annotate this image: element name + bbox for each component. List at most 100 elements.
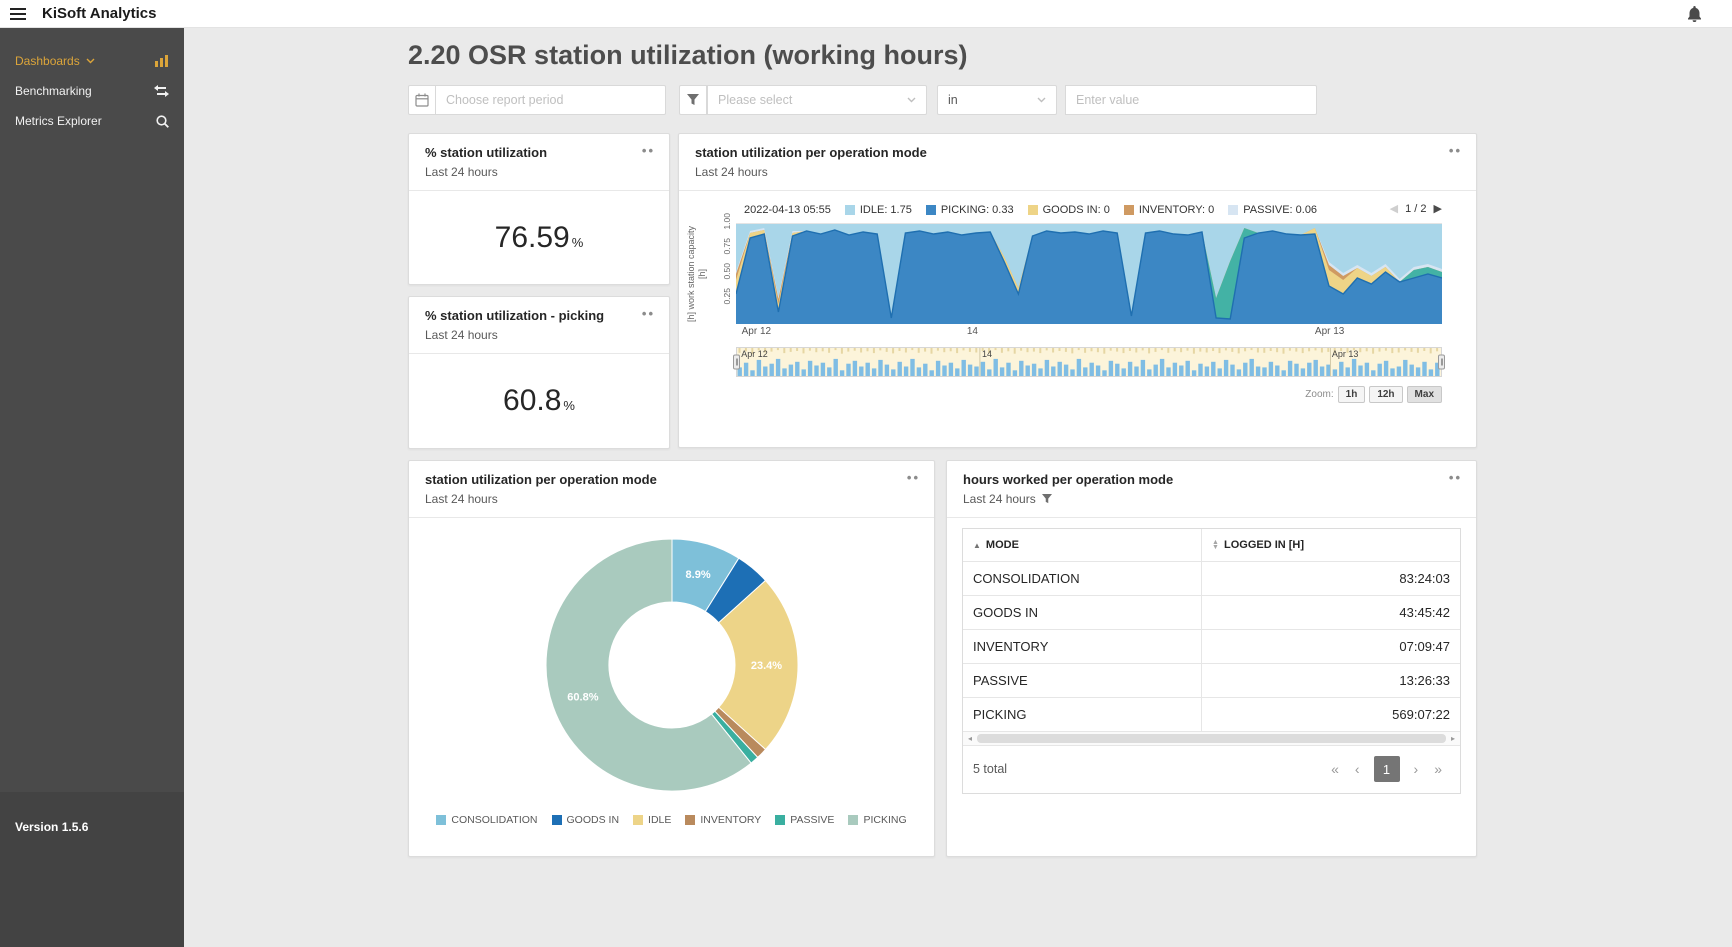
legend-label: IDLE xyxy=(648,814,671,826)
x-axis-labels: Apr 1214Apr 13 xyxy=(736,326,1442,340)
legend-chip xyxy=(775,815,785,825)
legend-chip xyxy=(848,815,858,825)
donut-legend-item-goods-in[interactable]: GOODS IN xyxy=(552,814,620,826)
prev-page-icon[interactable]: ‹ xyxy=(1347,761,1368,777)
navigator-tick: Apr 13 xyxy=(1332,349,1359,359)
operator-select-value: in xyxy=(948,93,958,107)
report-period-input[interactable] xyxy=(436,85,666,115)
value-input[interactable] xyxy=(1065,85,1317,115)
donut-legend-item-consolidation[interactable]: CONSOLIDATION xyxy=(436,814,537,826)
zoom-button-1h[interactable]: 1h xyxy=(1338,386,1366,403)
sidebar-footer: Version 1.5.6 xyxy=(0,792,184,947)
legend-label: GOODS IN xyxy=(567,814,620,826)
zoom-label: Zoom: xyxy=(1305,389,1333,400)
sidebar-item-label: Metrics Explorer xyxy=(15,114,102,128)
legend-item-picking[interactable]: PICKING: 0.33 xyxy=(926,204,1014,216)
hours-table: ▲MODE ▲▼ LOGGED IN [H] CONSOLIDATION83:24:… xyxy=(962,528,1461,794)
utilization-value: 76.59 xyxy=(495,221,570,255)
top-bar: KiSoft Analytics xyxy=(0,0,1732,28)
donut-chart[interactable]: 8.9%23.4%60.8% xyxy=(539,532,805,798)
metric-select[interactable]: Please select xyxy=(707,85,927,115)
donut-legend-item-passive[interactable]: PASSIVE xyxy=(775,814,834,826)
legend-chip xyxy=(552,815,562,825)
card-subtitle: Last 24 hours xyxy=(963,492,1036,506)
operator-select[interactable]: in xyxy=(937,85,1057,115)
kebab-menu-icon[interactable]: •• xyxy=(1449,144,1462,157)
legend-item-goods-in[interactable]: GOODS IN: 0 xyxy=(1028,204,1110,216)
sidebar-nav: DashboardsBenchmarking Metrics Explorer xyxy=(0,28,184,136)
mode-cell: PICKING xyxy=(963,698,1202,732)
last-page-icon[interactable]: » xyxy=(1426,761,1450,777)
donut-legend: CONSOLIDATION GOODS IN IDLE INVENTORY PASSIV… xyxy=(429,814,913,826)
scrollbar-thumb[interactable] xyxy=(977,734,1446,743)
kebab-menu-icon[interactable]: •• xyxy=(907,471,920,484)
navigator-right-handle[interactable] xyxy=(1438,355,1445,370)
table-row: GOODS IN43:45:42 xyxy=(963,596,1460,630)
sidebar-item-benchmarking[interactable]: Benchmarking xyxy=(0,76,184,106)
kebab-menu-icon[interactable]: •• xyxy=(1449,471,1462,484)
card-title: % station utilization - picking xyxy=(425,308,653,323)
y-axis-label: [h] work station capacity [h] xyxy=(686,224,710,324)
pagination: « ‹ 1 › » xyxy=(1323,756,1450,782)
column-header-mode[interactable]: ▲MODE xyxy=(963,529,1202,562)
sidebar-item-metrics-explorer[interactable]: Metrics Explorer xyxy=(0,106,184,136)
legend-label: PICKING: 0.33 xyxy=(941,204,1014,216)
navigator-left-handle[interactable] xyxy=(733,355,740,370)
legend-chip xyxy=(926,205,936,215)
legend-page-indicator: 1 / 2 xyxy=(1405,203,1426,215)
logged-in-cell: 569:07:22 xyxy=(1202,698,1460,732)
funnel-icon[interactable] xyxy=(1042,494,1052,504)
page-1-button[interactable]: 1 xyxy=(1374,756,1400,782)
app-title: KiSoft Analytics xyxy=(42,5,156,22)
scroll-left-icon[interactable]: ◂ xyxy=(963,732,977,746)
navigator-tick: Apr 12 xyxy=(741,349,768,359)
donut-legend-item-picking[interactable]: PICKING xyxy=(848,814,906,826)
mode-cell: CONSOLIDATION xyxy=(963,562,1202,596)
donut-legend-item-inventory[interactable]: INVENTORY xyxy=(685,814,761,826)
legend-item-idle[interactable]: IDLE: 1.75 xyxy=(845,204,912,216)
bar-chart-icon xyxy=(155,55,169,67)
stacked-area-chart[interactable]: [h] work station capacity [h] 0.250.500.… xyxy=(736,223,1442,323)
kebab-menu-icon[interactable]: •• xyxy=(642,144,655,157)
column-header-logged-in-h-[interactable]: ▲▼ LOGGED IN [H] xyxy=(1202,529,1460,562)
main-area: 2.20 OSR station utilization (working ho… xyxy=(184,28,1732,947)
funnel-icon[interactable] xyxy=(679,85,707,115)
donut-slice-label: 60.8% xyxy=(567,692,598,704)
horizontal-scrollbar[interactable]: ◂ ▸ xyxy=(963,732,1460,746)
calendar-icon[interactable] xyxy=(408,85,436,115)
card-title: % station utilization xyxy=(425,145,653,160)
sidebar: DashboardsBenchmarking Metrics Explorer V… xyxy=(0,28,184,947)
legend-next-icon[interactable]: ▶ xyxy=(1434,202,1442,215)
legend-prev-icon[interactable]: ◀ xyxy=(1390,202,1398,215)
y-axis-tick: 0.25 xyxy=(722,288,732,305)
hamburger-menu-icon[interactable] xyxy=(10,8,26,20)
legend-label: GOODS IN: 0 xyxy=(1043,204,1110,216)
sidebar-item-dashboards[interactable]: Dashboards xyxy=(0,46,184,76)
bell-icon[interactable] xyxy=(1687,6,1702,22)
sort-icon: ▲▼ xyxy=(1212,540,1219,550)
scroll-right-icon[interactable]: ▸ xyxy=(1446,732,1460,746)
y-axis-tick: 0.50 xyxy=(722,263,732,280)
donut-slice-label: 8.9% xyxy=(685,569,710,581)
chart-navigator[interactable]: Apr 1214Apr 13 xyxy=(736,347,1442,377)
column-header-label: MODE xyxy=(986,539,1019,551)
next-page-icon[interactable]: › xyxy=(1406,761,1427,777)
table-row: CONSOLIDATION83:24:03 xyxy=(963,562,1460,596)
zoom-button-max[interactable]: Max xyxy=(1407,386,1442,403)
table-row: INVENTORY07:09:47 xyxy=(963,630,1460,664)
legend-chip xyxy=(845,205,855,215)
card-title: hours worked per operation mode xyxy=(963,472,1460,487)
table-footer: 5 total « ‹ 1 › » xyxy=(963,746,1460,793)
filter-bar: Please select in xyxy=(408,85,1477,115)
column-header-label: LOGGED IN [H] xyxy=(1224,539,1304,551)
mode-cell: GOODS IN xyxy=(963,596,1202,630)
page-title: 2.20 OSR station utilization (working ho… xyxy=(408,40,1477,71)
legend-item-inventory[interactable]: INVENTORY: 0 xyxy=(1124,204,1214,216)
kebab-menu-icon[interactable]: •• xyxy=(642,307,655,320)
first-page-icon[interactable]: « xyxy=(1323,761,1347,777)
legend-item-passive[interactable]: PASSIVE: 0.06 xyxy=(1228,204,1317,216)
chevron-down-icon xyxy=(895,97,916,103)
zoom-button-12h[interactable]: 12h xyxy=(1369,386,1402,403)
legend-chip xyxy=(1124,205,1134,215)
donut-legend-item-idle[interactable]: IDLE xyxy=(633,814,671,826)
